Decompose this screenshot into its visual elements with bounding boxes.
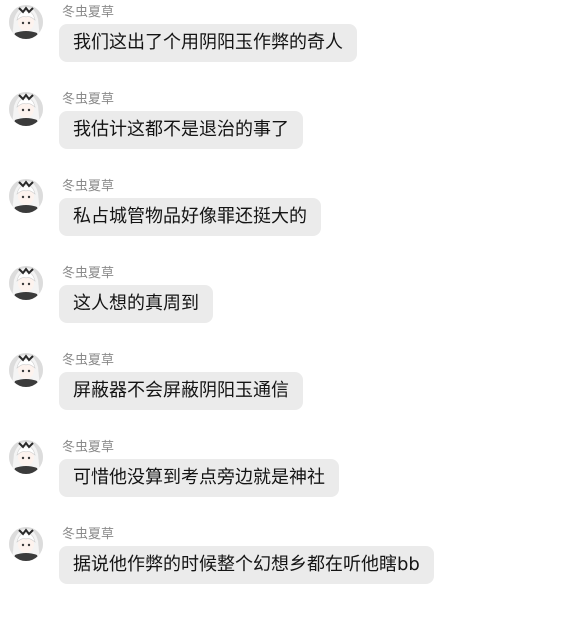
sender-name: 冬虫夏草 (62, 179, 115, 194)
anime-girl-avatar-icon[interactable] (9, 179, 43, 213)
message-bubble[interactable]: 据说他作弊的时候整个幻想乡都在听他瞎bb (59, 546, 434, 584)
anime-girl-avatar-icon[interactable] (9, 266, 43, 300)
chat-message: 冬虫夏草 我估计这都不是退治的事了 (0, 87, 583, 174)
chat-message: 冬虫夏草 我们这出了个用阴阳玉作弊的奇人 (0, 0, 583, 87)
anime-girl-avatar-icon[interactable] (9, 440, 43, 474)
chat-message: 冬虫夏草 可惜他没算到考点旁边就是神社 (0, 435, 583, 522)
message-bubble[interactable]: 我们这出了个用阴阳玉作弊的奇人 (59, 24, 357, 62)
anime-girl-avatar-icon[interactable] (9, 353, 43, 387)
message-bubble[interactable]: 我估计这都不是退治的事了 (59, 111, 303, 149)
sender-name: 冬虫夏草 (62, 5, 115, 20)
sender-name: 冬虫夏草 (62, 266, 115, 281)
sender-name: 冬虫夏草 (62, 440, 115, 455)
anime-girl-avatar-icon[interactable] (9, 527, 43, 561)
sender-name: 冬虫夏草 (62, 527, 115, 542)
message-bubble[interactable]: 这人想的真周到 (59, 285, 213, 323)
chat-message: 冬虫夏草 这人想的真周到 (0, 261, 583, 348)
message-bubble[interactable]: 可惜他没算到考点旁边就是神社 (59, 459, 339, 497)
sender-name: 冬虫夏草 (62, 353, 115, 368)
chat-message-list: 冬虫夏草 我们这出了个用阴阳玉作弊的奇人 冬虫夏草 我估计这都不是退治的事了 冬… (0, 0, 583, 631)
message-bubble[interactable]: 私占城管物品好像罪还挺大的 (59, 198, 321, 236)
chat-message: 冬虫夏草 私占城管物品好像罪还挺大的 (0, 174, 583, 261)
chat-message: 冬虫夏草 据说他作弊的时候整个幻想乡都在听他瞎bb (0, 522, 583, 609)
sender-name: 冬虫夏草 (62, 92, 115, 107)
message-bubble[interactable]: 屏蔽器不会屏蔽阴阳玉通信 (59, 372, 303, 410)
anime-girl-avatar-icon[interactable] (9, 5, 43, 39)
chat-message: 冬虫夏草 屏蔽器不会屏蔽阴阳玉通信 (0, 348, 583, 435)
anime-girl-avatar-icon[interactable] (9, 92, 43, 126)
